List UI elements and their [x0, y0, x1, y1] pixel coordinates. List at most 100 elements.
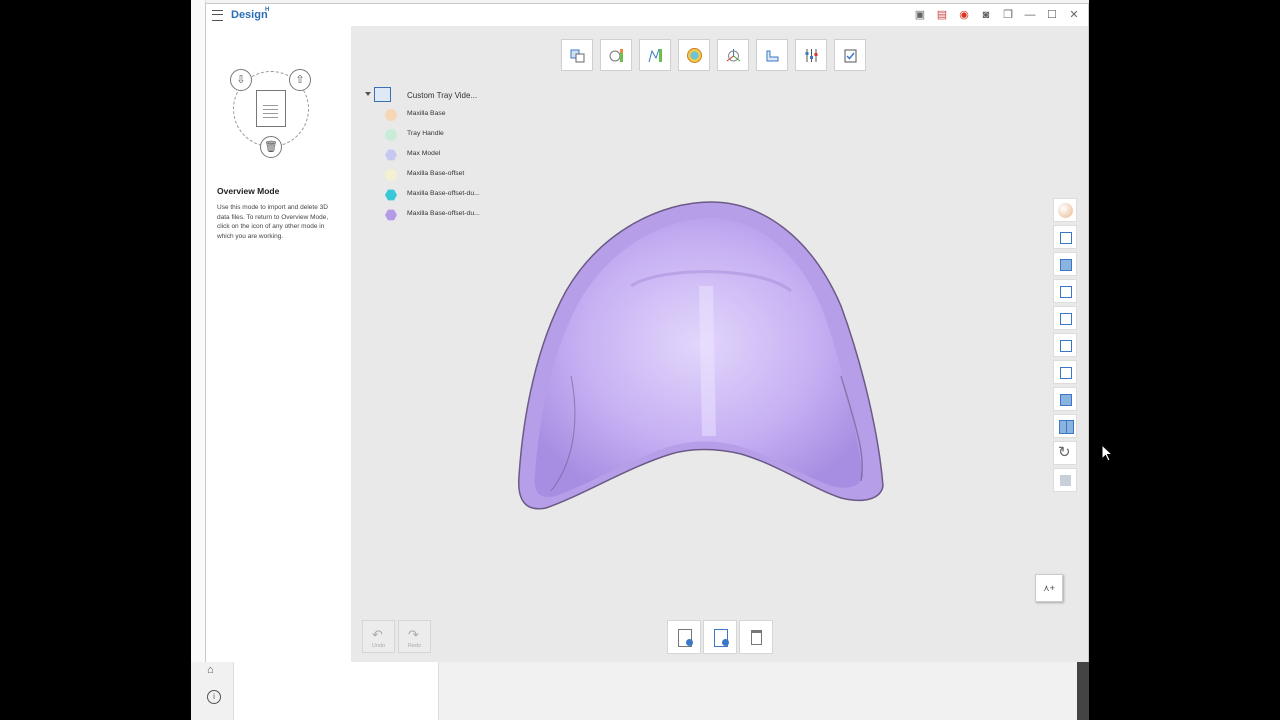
export-icon: ⇧ — [289, 69, 311, 91]
finish-mode-button[interactable] — [834, 39, 866, 71]
base-mode-button[interactable] — [756, 39, 788, 71]
mode-info-panel: ⇩ ⇧ 🗑 Overview Mode Use this mode to imp… — [206, 26, 351, 662]
cube-iso-icon — [1060, 394, 1072, 406]
record-icon[interactable]: ◉ — [956, 7, 972, 23]
project-label: Custom Tray Vide... — [407, 91, 478, 100]
visibility-dot-icon[interactable] — [385, 109, 397, 121]
view-back-button[interactable] — [1053, 252, 1077, 276]
badge-icon — [722, 639, 729, 646]
info-icon[interactable]: i — [207, 690, 221, 704]
tree-item-label: Tray Handle — [407, 130, 444, 137]
tree-item-label: Maxilla Base-offset — [407, 170, 465, 177]
cube-front-icon — [1060, 232, 1072, 244]
delete-icon: 🗑 — [260, 136, 282, 158]
reset-view-button[interactable]: ↻ — [1053, 441, 1077, 465]
mouse-cursor-icon — [1101, 444, 1113, 462]
tools-icon — [805, 49, 818, 62]
material-color-button[interactable] — [1053, 198, 1077, 222]
project-icon — [374, 87, 391, 102]
tree-item-label: Max Model — [407, 150, 441, 157]
delete-file-button[interactable] — [739, 620, 773, 654]
visibility-dot-icon[interactable] — [385, 129, 397, 141]
visibility-hexagon-icon[interactable] — [385, 149, 397, 161]
design-window: Design H ▣ ▤ ◉ ◙ ❐ — ☐ ✕ ⇩ ⇧ 🗑 Overview … — [205, 3, 1113, 662]
view-iso-button[interactable] — [1053, 387, 1077, 411]
app-title: Design — [231, 9, 268, 21]
split-view-button[interactable] — [1053, 414, 1077, 438]
cube-back-icon — [1060, 259, 1072, 271]
title-bar: Design H ▣ ▤ ◉ ◙ ❐ — ☐ ✕ — [206, 4, 1088, 26]
model-mode-button[interactable] — [678, 39, 710, 71]
view-front-button[interactable] — [1053, 225, 1077, 249]
monitor-icon[interactable]: ▣ — [912, 7, 928, 23]
undo-icon: ↶ — [372, 627, 383, 642]
tree-item-label: Maxilla Base — [407, 110, 446, 117]
view-bottom-button[interactable] — [1053, 360, 1077, 384]
trash-icon — [751, 630, 762, 645]
visibility-dot-icon[interactable] — [385, 169, 397, 181]
hamburger-menu-icon[interactable] — [212, 10, 223, 21]
view-toolbar: ↻ — [1053, 198, 1077, 492]
3d-viewport[interactable]: Custom Tray Vide... Maxilla Base Tray Ha… — [351, 26, 1113, 662]
sphere-icon — [1058, 203, 1073, 218]
mode-description: Use this mode to import and delete 3D da… — [217, 204, 329, 240]
undo-button[interactable]: ↶ Undo — [362, 620, 395, 653]
undo-label: Undo — [371, 643, 386, 649]
analysis-mode-button[interactable] — [600, 39, 632, 71]
minimize-icon[interactable]: — — [1022, 7, 1038, 23]
tree-item-label: Maxilla Base-offset-du... — [407, 210, 480, 217]
measure-icon — [648, 48, 662, 63]
badge-icon — [686, 639, 693, 646]
redo-label: Redo — [407, 643, 422, 649]
book-icon[interactable]: ▤ — [934, 7, 950, 23]
analysis-icon — [609, 49, 623, 62]
model-icon — [687, 48, 702, 63]
background-bottom-area — [191, 662, 1077, 720]
redo-button[interactable]: ↷ Redo — [398, 620, 431, 653]
transparency-icon — [1060, 475, 1071, 486]
background-sidebar — [191, 0, 206, 662]
overview-mode-button[interactable] — [561, 39, 593, 71]
visibility-hexagon-icon[interactable] — [385, 209, 397, 221]
document-icon — [256, 90, 286, 127]
cube-top-icon — [1060, 340, 1072, 352]
import-file-button[interactable] — [667, 620, 701, 654]
measure-mode-button[interactable] — [639, 39, 671, 71]
redo-icon: ↷ — [408, 627, 419, 642]
camera-icon[interactable]: ◙ — [978, 7, 994, 23]
home-icon[interactable]: ⌂ — [207, 664, 219, 676]
file-toolbar — [667, 620, 773, 654]
window-restore-icon[interactable]: ❐ — [1000, 7, 1016, 23]
background-edge — [1077, 662, 1089, 720]
rotate-icon: ↻ — [1058, 444, 1071, 461]
view-top-button[interactable] — [1053, 333, 1077, 357]
tools-mode-button[interactable] — [795, 39, 827, 71]
checklist-icon — [844, 49, 857, 63]
cube-right-icon — [1060, 313, 1072, 325]
mode-toolbar — [561, 39, 866, 71]
orientation-cube[interactable]: ⋏+ — [1035, 574, 1063, 602]
import-icon: ⇩ — [230, 69, 252, 91]
background-column — [234, 662, 439, 720]
mode-title: Overview Mode — [217, 186, 280, 196]
maximize-icon[interactable]: ☐ — [1044, 7, 1060, 23]
overview-icon — [570, 49, 585, 63]
orient-icon — [726, 49, 741, 62]
tree-item-label: Maxilla Base-offset-du... — [407, 190, 480, 197]
orient-mode-button[interactable] — [717, 39, 749, 71]
tray-3d-model[interactable] — [511, 196, 891, 516]
view-right-button[interactable] — [1053, 306, 1077, 330]
window-controls: ▣ ▤ ◉ ◙ ❐ — ☐ ✕ — [912, 7, 1082, 23]
base-icon — [766, 50, 779, 62]
cube-bottom-icon — [1060, 367, 1072, 379]
app-badge: H — [265, 7, 270, 13]
visibility-hexagon-icon[interactable] — [385, 189, 397, 201]
background-column — [439, 662, 1077, 720]
transparency-button[interactable] — [1053, 468, 1077, 492]
split-view-icon-right — [1066, 420, 1074, 434]
close-icon[interactable]: ✕ — [1066, 7, 1082, 23]
expand-arrow-icon[interactable] — [365, 92, 371, 96]
view-left-button[interactable] — [1053, 279, 1077, 303]
export-file-button[interactable] — [703, 620, 737, 654]
cube-left-icon — [1060, 286, 1072, 298]
